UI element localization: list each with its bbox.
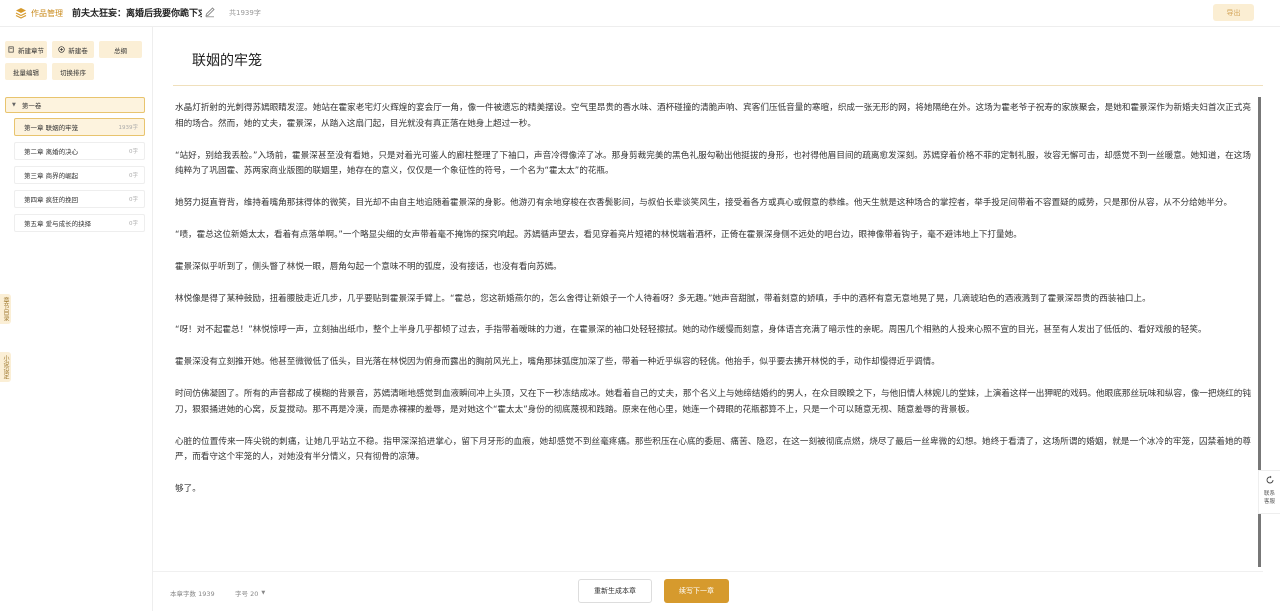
brand-label: 作品管理 [31,8,63,18]
paragraph: 够了。 [175,484,201,495]
chapter-catalog-tab[interactable]: 章节目录 [0,294,11,324]
new-volume-button[interactable]: 新建卷 [52,41,94,58]
paragraph: 她努力挺直脊背，维持着嘴角那抹得体的微笑，目光却不由自主地追随着霍景深的身影。他… [175,198,1233,209]
top-bar: 作品管理 前夫太狂妄：离婚后我要你跪下求 共1939字 导出 [0,0,1280,27]
caret-down-icon: ▼ [261,590,266,596]
edit-pencil-icon[interactable] [204,6,216,18]
chapter-content-editor[interactable]: 水晶灯折射的光刺得苏嫣眼睛发涩。她站在霍家老宅灯火辉煌的宴会厅一角，像一件被遗忘… [175,101,1251,571]
document-title: 前夫太狂妄：离婚后我要你跪下求 [72,9,202,19]
paragraph: 水晶灯折射的光刺得苏嫣眼睛发涩。她站在霍家老宅灯火辉煌的宴会厅一角，像一件被遗忘… [175,103,1251,129]
new-volume-label: 新建卷 [68,46,88,55]
contact-label: 联系客服 [1263,491,1275,505]
new-chapter-button[interactable]: 新建章节 [5,41,47,58]
total-word-count: 共1939字 [229,9,261,17]
font-size-label: 字号 20 [235,590,259,598]
caret-down-icon: ▼ [12,102,16,108]
paragraph: 林悦像是得了某种鼓励，扭着腰肢走近几步，几乎要贴到霍景深手臂上。“霍总，您这新婚… [175,293,1151,304]
layers-icon [15,8,27,19]
continue-next-chapter-button[interactable]: 续写下一章 [664,579,729,603]
chapter-word-count-stat: 本章字数 1939 [170,590,215,598]
toggle-sort-button[interactable]: 切换排序 [52,63,94,80]
editor-footer: 本章字数 1939 字号 20 ▼ 重新生成本章 续写下一章 [153,571,1263,611]
chapter-word-count: 0字 [129,149,138,155]
chapter-word-count: 0字 [129,197,138,203]
outline-button[interactable]: 总纲 [99,41,142,58]
novel-settings-tab[interactable]: 小说设定 [0,352,11,382]
title-divider [173,85,1263,86]
chapter-label: 第四章 疯狂的挽回 [24,196,79,204]
plus-circle-icon [58,46,65,53]
new-chapter-label: 新建章节 [18,46,44,55]
paragraph: 时间仿佛凝固了。所有的声音都成了模糊的背景音，苏嫣清晰地感觉到血液瞬间冲上头顶，… [175,388,1251,415]
paragraph: “啧，霍总这位新婚太太，看着有点落单啊。”一个略显尖细的女声带着毫不掩饰的探究响… [175,229,1022,240]
volume-label: 第一卷 [21,102,42,110]
chapter-item-2[interactable]: 第二章 离婚的决心 0字 [14,142,145,160]
chapter-word-count: 1939字 [118,125,139,131]
paragraph: 心脏的位置传来一阵尖锐的刺痛，让她几乎站立不稳。指甲深深掐进掌心，留下月牙形的血… [175,436,1251,463]
paragraph: “呀！对不起霍总！”林悦惊呼一声，立刻抽出纸巾，整个上半身几乎都倾了过去，手指带… [175,325,1207,336]
chapter-title[interactable]: 联姻的牢笼 [192,50,262,70]
paragraph: 霍景深似乎听到了，侧头瞥了林悦一眼，唇角勾起一个意味不明的弧度，没有接话，也没有… [175,261,562,272]
chapter-word-count: 0字 [129,173,138,179]
chapter-label: 第五章 爱与成长的抉择 [24,220,92,228]
new-chapter-icon [8,46,14,53]
chapter-word-count: 0字 [129,221,138,227]
chapter-label: 第三章 商界的崛起 [24,172,79,180]
paragraph: 霍景深没有立刻推开她。他甚至微微低了低头，目光落在林悦因为俯身而露出的胸前风光上… [175,357,940,368]
contact-support-button[interactable]: 联系客服 [1258,470,1280,514]
chapter-item-1[interactable]: 第一章 联姻的牢笼 1939字 [14,118,145,136]
chapter-item-3[interactable]: 第三章 商界的崛起 0字 [14,166,145,184]
regenerate-chapter-button[interactable]: 重新生成本章 [578,579,652,603]
chapter-label: 第一章 联姻的牢笼 [24,124,79,132]
editor-area: 联姻的牢笼 水晶灯折射的光刺得苏嫣眼睛发涩。她站在霍家老宅灯火辉煌的宴会厅一角，… [153,27,1263,611]
volume-item[interactable]: ▼ 第一卷 [5,97,145,113]
export-button[interactable]: 导出 [1213,4,1254,21]
chapter-item-5[interactable]: 第五章 爱与成长的抉择 0字 [14,214,145,232]
font-size-select[interactable]: 字号 20 ▼ [235,588,265,598]
chapter-label: 第二章 离婚的决心 [24,148,79,156]
paragraph: “站好，别给我丢脸。”入场前，霍景深甚至没有看她，只是对着光可鉴人的廊柱整理了下… [175,150,1251,177]
works-management-link[interactable]: 作品管理 [15,6,63,20]
chapter-item-4[interactable]: 第四章 疯狂的挽回 0字 [14,190,145,208]
batch-edit-button[interactable]: 批量编辑 [5,63,47,80]
chapter-sidebar: 新建章节 新建卷 总纲 批量编辑 切换排序 ▼ 第一卷 第一章 联姻的牢笼 19… [0,27,153,611]
refresh-icon [1266,475,1273,484]
